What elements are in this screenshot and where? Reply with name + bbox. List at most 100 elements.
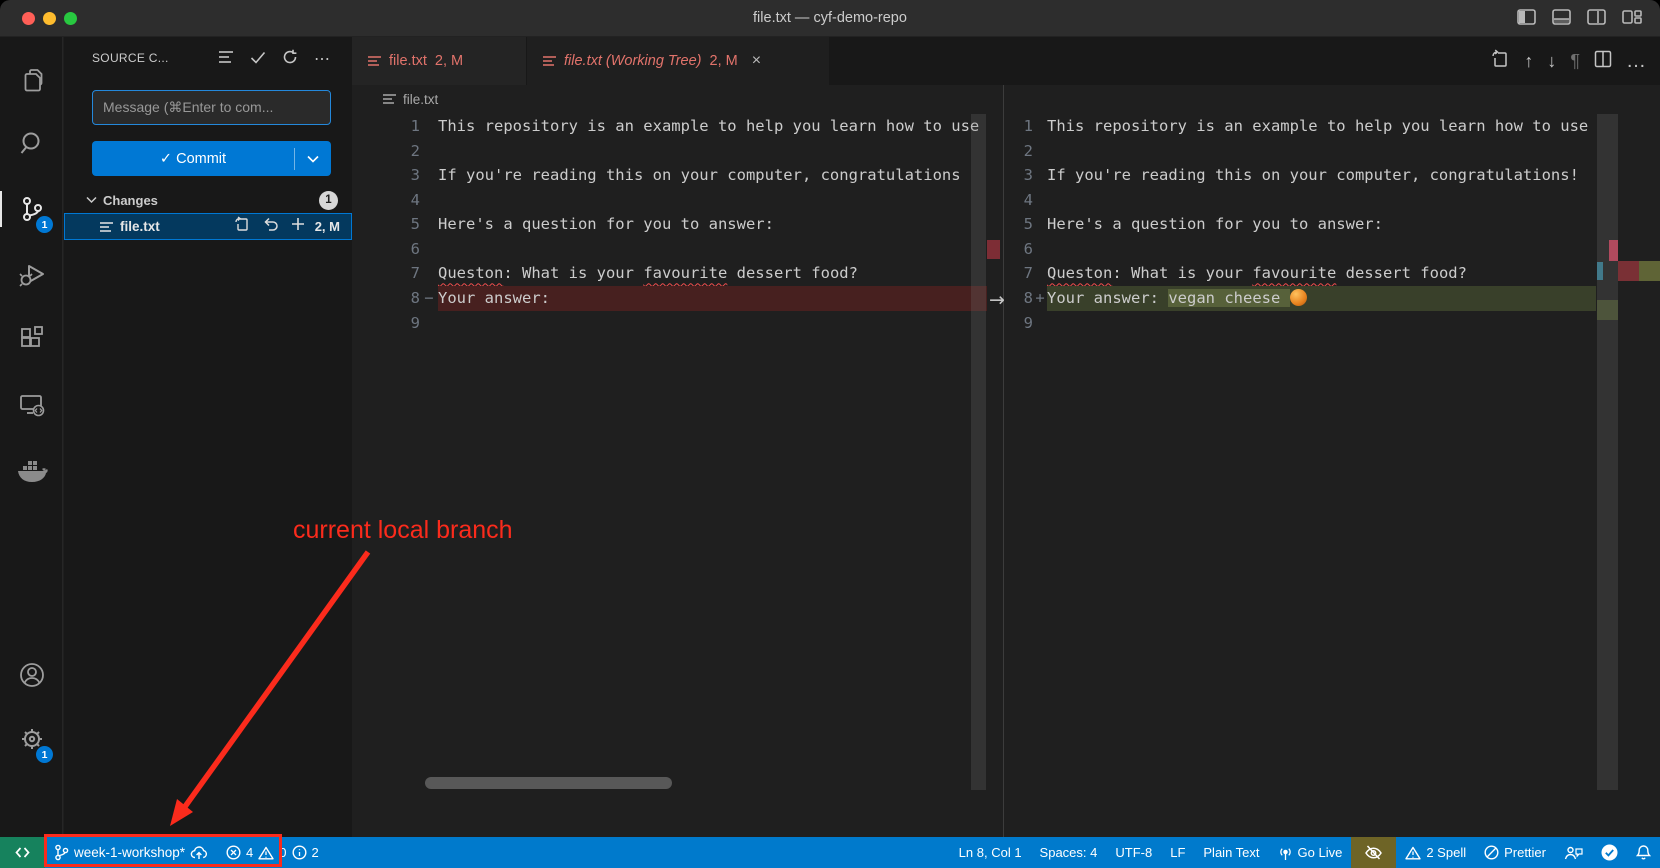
code-line[interactable]: 2	[352, 139, 1005, 164]
render-whitespace-icon[interactable]: ¶	[1570, 52, 1580, 70]
code-line[interactable]: 1This repository is an example to help y…	[1005, 114, 1660, 139]
diff-revert-arrow-icon[interactable]: →	[985, 288, 1009, 312]
docker-icon[interactable]	[0, 445, 63, 497]
line-number: 4	[1005, 188, 1033, 213]
line-content	[438, 188, 987, 213]
discard-changes-icon[interactable]	[263, 217, 278, 237]
code-line[interactable]: 8−Your answer:	[352, 286, 1005, 311]
indentation-item[interactable]: Spaces: 4	[1031, 837, 1107, 868]
run-debug-icon[interactable]	[0, 249, 63, 301]
close-tab-icon[interactable]: ×	[752, 52, 761, 70]
commit-message-input[interactable]: Message (⌘Enter to com...	[92, 90, 331, 125]
source-control-icon[interactable]: 1	[0, 183, 63, 235]
code-line[interactable]: 7Queston: What is your favourite dessert…	[1005, 261, 1660, 286]
code-line[interactable]: 8+Your answer: vegan cheese	[1005, 286, 1660, 311]
toggle-sidebar-icon[interactable]	[1517, 9, 1536, 25]
eye-off-icon	[1364, 844, 1383, 861]
scrollbar-inserted-tint	[1597, 300, 1618, 320]
open-file-icon[interactable]	[234, 216, 250, 237]
code-line[interactable]: 4	[1005, 188, 1660, 213]
title-bar: file.txt — cyf-demo-repo	[0, 0, 1660, 37]
scm-changes-badge: 1	[36, 216, 53, 233]
encoding-item[interactable]: UTF-8	[1106, 837, 1161, 868]
code-line[interactable]: 1This repository is an example to help y…	[352, 114, 1005, 139]
prettier-item[interactable]: Prettier	[1475, 837, 1555, 868]
explorer-icon[interactable]	[0, 55, 63, 107]
toggle-secondary-sidebar-icon[interactable]	[1587, 9, 1606, 25]
tab-file-txt[interactable]: file.txt 2, M	[352, 37, 527, 85]
spell-checker-item[interactable]: 2 Spell	[1396, 837, 1475, 868]
line-number: 3	[1005, 163, 1033, 188]
file-change-badge: 2, M	[315, 219, 340, 234]
exploding-head-emoji	[1290, 289, 1307, 306]
tracking-item[interactable]	[1592, 837, 1627, 868]
changed-file-row[interactable]: file.txt 2, M	[64, 213, 352, 240]
line-number: 2	[352, 139, 420, 164]
stage-changes-icon[interactable]	[291, 217, 305, 236]
line-number: 7	[352, 261, 420, 286]
code-line[interactable]: 6	[352, 237, 1005, 262]
left-pane-scrollbar[interactable]	[971, 114, 986, 790]
code-text: This repository is an example to help yo…	[438, 117, 979, 135]
code-line[interactable]: 9	[1005, 311, 1660, 336]
breadcrumb-file: file.txt	[403, 92, 438, 107]
breadcrumb[interactable]: file.txt	[352, 85, 1660, 113]
refresh-icon[interactable]	[282, 49, 298, 70]
active-view-indicator	[0, 191, 2, 227]
problems-status-item[interactable]: 4 0 2	[217, 837, 328, 868]
right-pane-scrollbar[interactable]	[1597, 114, 1618, 790]
diff-sign	[420, 212, 438, 237]
more-actions-icon[interactable]: …	[1626, 51, 1646, 71]
next-change-icon[interactable]: ↓	[1547, 52, 1556, 70]
left-pane-horizontal-scrollbar[interactable]	[425, 777, 672, 789]
remote-explorer-icon[interactable]	[0, 379, 63, 431]
commit-button[interactable]: ✓ Commit	[92, 141, 331, 176]
settings-gear-icon[interactable]: 1	[0, 713, 63, 765]
line-number: 5	[352, 212, 420, 237]
open-changes-icon[interactable]	[1490, 49, 1510, 74]
file-icon	[383, 93, 396, 105]
line-number: 9	[1005, 311, 1033, 336]
more-actions-icon[interactable]: ⋯	[314, 56, 330, 64]
git-branch-icon	[54, 844, 69, 861]
code-line[interactable]: 9	[352, 311, 1005, 336]
code-line[interactable]: 2	[1005, 139, 1660, 164]
code-line[interactable]: 5Here's a question for you to answer:	[352, 212, 1005, 237]
diff-sign: +	[1033, 286, 1047, 311]
diff-sign	[420, 311, 438, 336]
code-line[interactable]: 6	[1005, 237, 1660, 262]
language-mode-item[interactable]: Plain Text	[1194, 837, 1268, 868]
feedback-item[interactable]	[1555, 837, 1592, 868]
cursor-position-item[interactable]: Ln 8, Col 1	[950, 837, 1031, 868]
line-content	[1047, 188, 1596, 213]
line-content: Your answer: vegan cheese	[1047, 286, 1596, 311]
code-line[interactable]: 3If you're reading this on your computer…	[352, 163, 1005, 188]
remote-indicator[interactable]	[0, 837, 45, 868]
view-options-icon[interactable]	[218, 50, 234, 69]
notifications-item[interactable]	[1627, 837, 1660, 868]
previous-change-icon[interactable]: ↑	[1524, 52, 1533, 70]
watch-off-item[interactable]	[1351, 837, 1396, 868]
eol-item[interactable]: LF	[1161, 837, 1194, 868]
line-content	[438, 139, 987, 164]
go-live-item[interactable]: Go Live	[1269, 837, 1352, 868]
commit-dropdown-button[interactable]	[295, 155, 331, 163]
vscode-window: file.txt — cyf-demo-repo 1	[0, 0, 1660, 868]
diff-sash[interactable]	[1003, 85, 1004, 838]
extensions-icon[interactable]	[0, 313, 63, 365]
code-line[interactable]: 4	[352, 188, 1005, 213]
changes-section-header[interactable]: Changes 1	[64, 187, 352, 213]
tab-file-txt-working-tree[interactable]: file.txt (Working Tree) 2, M ×	[527, 37, 830, 85]
accounts-icon[interactable]	[0, 649, 63, 701]
branch-status-item[interactable]: week-1-workshop*	[45, 837, 217, 868]
code-line[interactable]: 5Here's a question for you to answer:	[1005, 212, 1660, 237]
code-line[interactable]: 7Queston: What is your favourite dessert…	[352, 261, 1005, 286]
changed-file-name: file.txt	[120, 219, 234, 234]
tab-problems-badge: 2, M	[435, 53, 463, 69]
search-icon[interactable]	[0, 117, 63, 169]
commit-check-icon[interactable]	[250, 51, 266, 69]
split-editor-icon[interactable]	[1594, 50, 1612, 73]
code-line[interactable]: 3If you're reading this on your computer…	[1005, 163, 1660, 188]
toggle-panel-icon[interactable]	[1552, 9, 1571, 25]
customize-layout-icon[interactable]	[1622, 9, 1642, 25]
